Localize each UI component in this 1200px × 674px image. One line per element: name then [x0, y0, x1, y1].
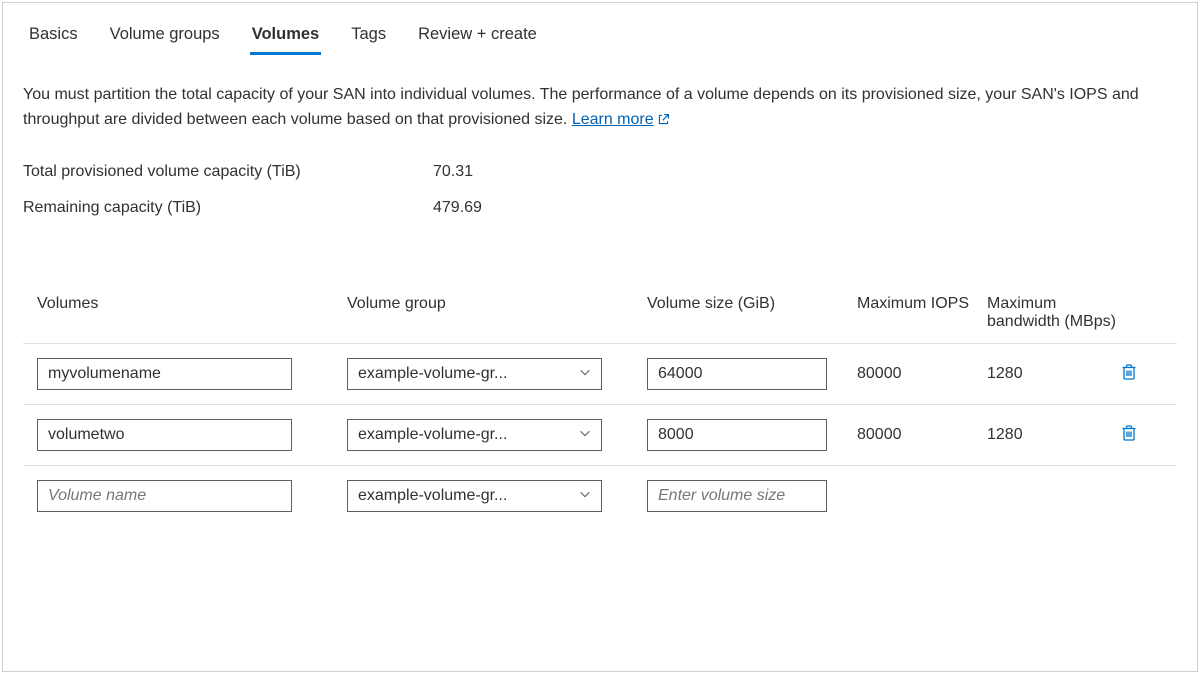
max-iops-value: 80000 [857, 426, 987, 444]
remaining-capacity-value: 479.69 [433, 199, 482, 217]
delete-row-button[interactable] [1117, 421, 1141, 448]
capacity-stats: Total provisioned volume capacity (TiB) … [23, 163, 1177, 217]
external-link-icon [657, 110, 670, 135]
max-iops-value: 80000 [857, 365, 987, 383]
tab-bar: Basics Volume groups Volumes Tags Review… [23, 15, 1177, 55]
volume-size-input[interactable] [647, 358, 827, 390]
volume-group-select[interactable]: example-volume-gr... [347, 419, 602, 451]
total-capacity-label: Total provisioned volume capacity (TiB) [23, 163, 433, 181]
table-header: Volumes Volume group Volume size (GiB) M… [23, 287, 1177, 344]
delete-row-button[interactable] [1117, 360, 1141, 387]
tab-tags[interactable]: Tags [349, 21, 388, 55]
volume-group-select[interactable]: example-volume-gr... [347, 480, 602, 512]
volume-name-input[interactable] [37, 419, 292, 451]
description-text: You must partition the total capacity of… [23, 83, 1163, 135]
max-bandwidth-value: 1280 [987, 365, 1117, 383]
col-max-bandwidth: Maximum bandwidth (MBps) [987, 295, 1117, 331]
trash-icon [1119, 362, 1139, 385]
tab-basics[interactable]: Basics [27, 21, 80, 55]
table-row-new: example-volume-gr... [23, 466, 1177, 526]
volumes-table: Volumes Volume group Volume size (GiB) M… [23, 287, 1177, 526]
tab-volumes[interactable]: Volumes [250, 21, 322, 55]
trash-icon [1119, 423, 1139, 446]
table-row: example-volume-gr... 80000 1280 [23, 405, 1177, 466]
volume-name-input[interactable] [37, 480, 292, 512]
volume-group-select[interactable]: example-volume-gr... [347, 358, 602, 390]
tab-review-create[interactable]: Review + create [416, 21, 539, 55]
volume-size-input[interactable] [647, 419, 827, 451]
total-capacity-value: 70.31 [433, 163, 473, 181]
volume-size-input[interactable] [647, 480, 827, 512]
col-max-iops: Maximum IOPS [857, 295, 987, 313]
col-volume-size: Volume size (GiB) [647, 295, 857, 313]
col-volume-group: Volume group [347, 295, 647, 313]
remaining-capacity-label: Remaining capacity (TiB) [23, 199, 433, 217]
tab-volume-groups[interactable]: Volume groups [108, 21, 222, 55]
table-row: example-volume-gr... 80000 1280 [23, 344, 1177, 405]
col-volumes: Volumes [37, 295, 347, 313]
max-bandwidth-value: 1280 [987, 426, 1117, 444]
learn-more-link[interactable]: Learn more [572, 111, 670, 128]
volume-name-input[interactable] [37, 358, 292, 390]
